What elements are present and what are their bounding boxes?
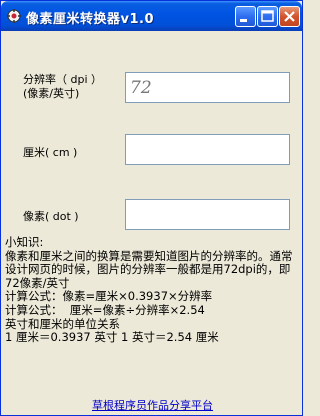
cm-input[interactable] (125, 134, 290, 165)
cm-label: 厘米( cm ) (23, 146, 78, 159)
info-heading: 小知识: (5, 235, 44, 249)
minimize-icon (240, 19, 247, 22)
dpi-unit-label: (像素/英寸) (23, 87, 80, 100)
info-formula-1: 计算公式：像素=厘米×0.3937×分辨率 (5, 289, 213, 304)
close-icon (284, 11, 295, 22)
close-button[interactable] (279, 6, 300, 27)
info-formula-2: 计算公式： 厘米=像素÷分辨率×2.54 (5, 302, 205, 317)
title-bar[interactable]: 像素厘米转换器v1.0 (1, 1, 302, 31)
dot-input[interactable] (125, 199, 290, 230)
maximize-button[interactable] (257, 6, 278, 27)
minimize-button[interactable] (235, 6, 256, 27)
info-units-heading: 英寸和厘米的单位关系 (5, 316, 120, 331)
window-title: 像素厘米转换器v1.0 (26, 12, 155, 27)
dot-label: 像素( dot ) (23, 210, 79, 223)
maximize-icon (261, 10, 274, 22)
dpi-input[interactable]: 72 (125, 72, 290, 103)
footer-link[interactable]: 草根程序员作品分享平台 (1, 397, 304, 413)
app-gear-icon[interactable] (6, 8, 22, 24)
info-paragraph: 像素和厘米之间的换算是需要知道图片的分辨率的。通常设计网页的时候，图片的分辨率一… (5, 248, 293, 290)
info-panel: 小知识: 像素和厘米之间的换算是需要知道图片的分辨率的。通常设计网页的时候，图片… (5, 235, 301, 345)
info-units: 1 厘米＝0.3937 英寸 1 英寸＝2.54 厘米 (5, 330, 219, 345)
app-window: 像素厘米转换器v1.0 分辨率（ dpi ） (像素/英寸) 72 厘米( cm… (0, 0, 303, 416)
